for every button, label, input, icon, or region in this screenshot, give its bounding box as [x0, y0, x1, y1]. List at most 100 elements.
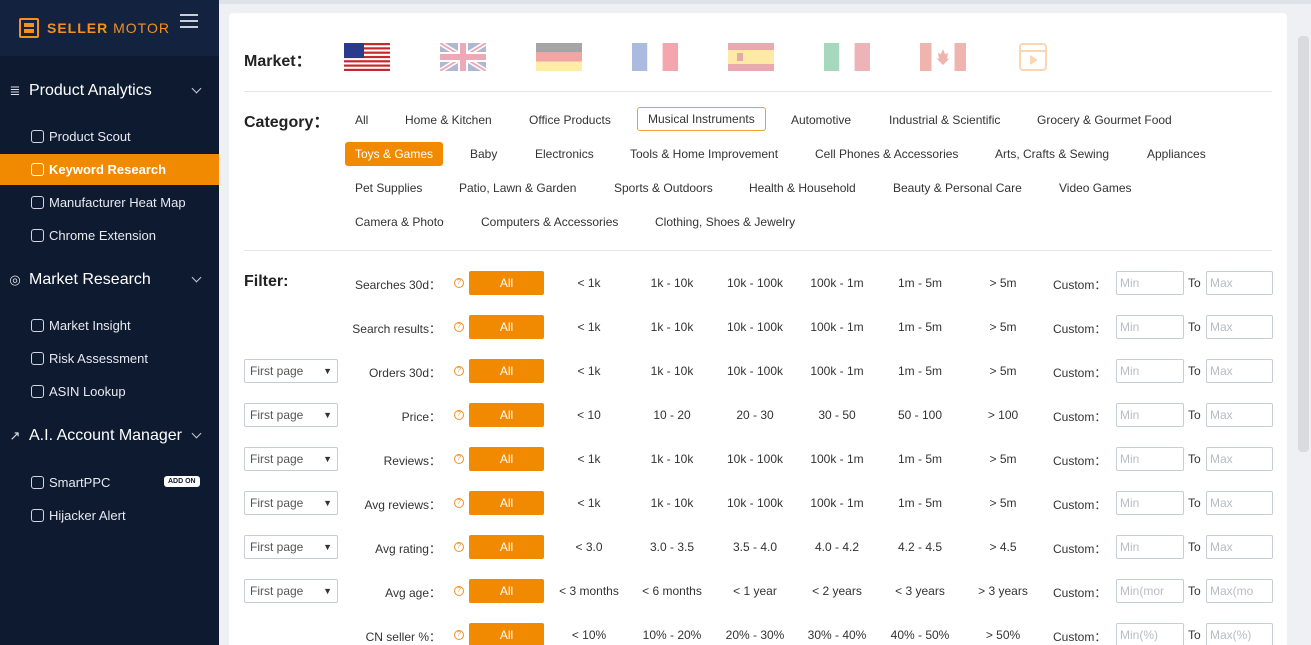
category-tools-home-improvement[interactable]: Tools & Home Improvement — [620, 142, 788, 166]
filter-option[interactable]: < 1k — [548, 496, 631, 510]
price-all-button[interactable]: All — [469, 403, 544, 427]
category-electronics[interactable]: Electronics — [525, 142, 604, 166]
category-arts-crafts-sewing[interactable]: Arts, Crafts & Sewing — [985, 142, 1119, 166]
category-office-products[interactable]: Office Products — [519, 108, 621, 132]
filter-option[interactable]: 1m - 5m — [879, 276, 962, 290]
filter-option[interactable]: 1k - 10k — [631, 364, 714, 378]
filter-option[interactable]: 10% - 20% — [631, 628, 714, 642]
filter-option[interactable]: > 100 — [962, 408, 1045, 422]
filter-option[interactable]: 10 - 20 — [631, 408, 714, 422]
scrollbar[interactable] — [1298, 36, 1309, 452]
category-automotive[interactable]: Automotive — [781, 108, 861, 132]
sidebar-item-product-scout[interactable]: Product Scout — [0, 121, 219, 152]
filter-option[interactable]: 1m - 5m — [879, 496, 962, 510]
filter-option[interactable]: < 2 years — [796, 584, 879, 598]
sidebar-item-risk-assessment[interactable]: Risk Assessment — [0, 343, 219, 374]
help-icon[interactable]: ? — [454, 586, 464, 596]
filter-option[interactable]: 100k - 1m — [796, 452, 879, 466]
filter-option[interactable]: 100k - 1m — [796, 364, 879, 378]
filter-option[interactable]: 10k - 100k — [714, 276, 797, 290]
filter-option[interactable]: 3.5 - 4.0 — [714, 540, 797, 554]
category-grocery-gourmet-food[interactable]: Grocery & Gourmet Food — [1027, 108, 1182, 132]
filter-option[interactable]: < 1k — [548, 452, 631, 466]
category-cell-phones-accessories[interactable]: Cell Phones & Accessories — [805, 142, 968, 166]
filter-option[interactable]: < 10% — [548, 628, 631, 642]
sidebar-group-a-i-account-manager[interactable]: ↗ A.I. Account Manager — [0, 421, 219, 451]
filter-option[interactable]: > 4.5 — [962, 540, 1045, 554]
avg-age-min-input[interactable]: Min(mor — [1116, 579, 1184, 603]
cn-seller-pct-all-button[interactable]: All — [469, 623, 544, 645]
avg-rating-max-input[interactable]: Max — [1206, 535, 1273, 559]
filter-option[interactable]: > 5m — [962, 276, 1045, 290]
avg-reviews-max-input[interactable]: Max — [1206, 491, 1273, 515]
flag-ca-icon[interactable] — [920, 43, 966, 71]
filter-option[interactable]: < 1k — [548, 276, 631, 290]
search-results-min-input[interactable]: Min — [1116, 315, 1184, 339]
filter-option[interactable]: < 6 months — [631, 584, 714, 598]
filter-option[interactable]: < 3.0 — [548, 540, 631, 554]
avg-reviews-min-input[interactable]: Min — [1116, 491, 1184, 515]
filter-option[interactable]: 1m - 5m — [879, 320, 962, 334]
reviews-min-input[interactable]: Min — [1116, 447, 1184, 471]
flag-uk-icon[interactable] — [440, 43, 486, 71]
category-toys-games[interactable]: Toys & Games — [345, 142, 444, 166]
sidebar-item-keyword-research[interactable]: Keyword Research — [0, 154, 219, 185]
flag-us-icon[interactable] — [344, 43, 390, 71]
filter-option[interactable]: < 1k — [548, 320, 631, 334]
menu-toggle-icon[interactable] — [180, 14, 198, 28]
orders-30d-min-input[interactable]: Min — [1116, 359, 1184, 383]
filter-option[interactable]: 10k - 100k — [714, 496, 797, 510]
category-camera-photo[interactable]: Camera & Photo — [345, 210, 454, 234]
filter-option[interactable]: 50 - 100 — [879, 408, 962, 422]
filter-option[interactable]: > 50% — [962, 628, 1045, 642]
filter-option[interactable]: 1m - 5m — [879, 452, 962, 466]
filter-option[interactable]: < 10 — [548, 408, 631, 422]
chevron-down-icon[interactable] — [191, 272, 202, 283]
chevron-down-icon[interactable] — [191, 428, 202, 439]
help-icon[interactable]: ? — [454, 630, 464, 640]
filter-option[interactable]: > 5m — [962, 320, 1045, 334]
category-video-games[interactable]: Video Games — [1049, 176, 1142, 200]
filter-option[interactable]: 10k - 100k — [714, 320, 797, 334]
price-max-input[interactable]: Max — [1206, 403, 1273, 427]
filter-option[interactable]: > 5m — [962, 364, 1045, 378]
category-musical-instruments[interactable]: Musical Instruments — [637, 107, 766, 131]
category-clothing-shoes-jewelry[interactable]: Clothing, Shoes & Jewelry — [645, 210, 805, 234]
logo-text[interactable]: SELLER MOTOR — [47, 20, 170, 36]
flag-it-icon[interactable] — [824, 43, 870, 71]
orders-30d-all-button[interactable]: All — [469, 359, 544, 383]
filter-option[interactable]: 30 - 50 — [796, 408, 879, 422]
searches-30d-max-input[interactable]: Max — [1206, 271, 1273, 295]
filter-option[interactable]: 1m - 5m — [879, 364, 962, 378]
help-icon[interactable]: ? — [454, 498, 464, 508]
avg-rating-all-button[interactable]: All — [469, 535, 544, 559]
orders-30d-max-input[interactable]: Max — [1206, 359, 1273, 383]
category-computers-accessories[interactable]: Computers & Accessories — [471, 210, 628, 234]
sidebar-item-manufacturer-heat-map[interactable]: Manufacturer Heat Map — [0, 187, 219, 218]
searches-30d-all-button[interactable]: All — [469, 271, 544, 295]
category-health-household[interactable]: Health & Household — [739, 176, 866, 200]
filter-option[interactable]: 1k - 10k — [631, 496, 714, 510]
help-icon[interactable]: ? — [454, 366, 464, 376]
category-sports-outdoors[interactable]: Sports & Outdoors — [604, 176, 723, 200]
filter-option[interactable]: 3.0 - 3.5 — [631, 540, 714, 554]
avg-age-max-input[interactable]: Max(mo — [1206, 579, 1273, 603]
sidebar-item-chrome-extension[interactable]: Chrome Extension — [0, 220, 219, 251]
help-icon[interactable]: ? — [454, 322, 464, 332]
flag-es-icon[interactable] — [728, 43, 774, 71]
sidebar-item-smartppc[interactable]: SmartPPC ADD ON — [0, 467, 219, 498]
searches-30d-min-input[interactable]: Min — [1116, 271, 1184, 295]
filter-option[interactable]: 20% - 30% — [714, 628, 797, 642]
filter-option[interactable]: > 3 years — [962, 584, 1045, 598]
search-results-all-button[interactable]: All — [469, 315, 544, 339]
avg-rating-min-input[interactable]: Min — [1116, 535, 1184, 559]
filter-option[interactable]: 4.0 - 4.2 — [796, 540, 879, 554]
cn-seller-pct-min-input[interactable]: Min(%) — [1116, 623, 1184, 645]
filter-option[interactable]: 100k - 1m — [796, 496, 879, 510]
category-patio-lawn-garden[interactable]: Patio, Lawn & Garden — [449, 176, 586, 200]
avg-reviews-all-button[interactable]: All — [469, 491, 544, 515]
category-all[interactable]: All — [345, 108, 378, 132]
help-icon[interactable]: ? — [454, 278, 464, 288]
price-min-input[interactable]: Min — [1116, 403, 1184, 427]
filter-option[interactable]: > 5m — [962, 496, 1045, 510]
